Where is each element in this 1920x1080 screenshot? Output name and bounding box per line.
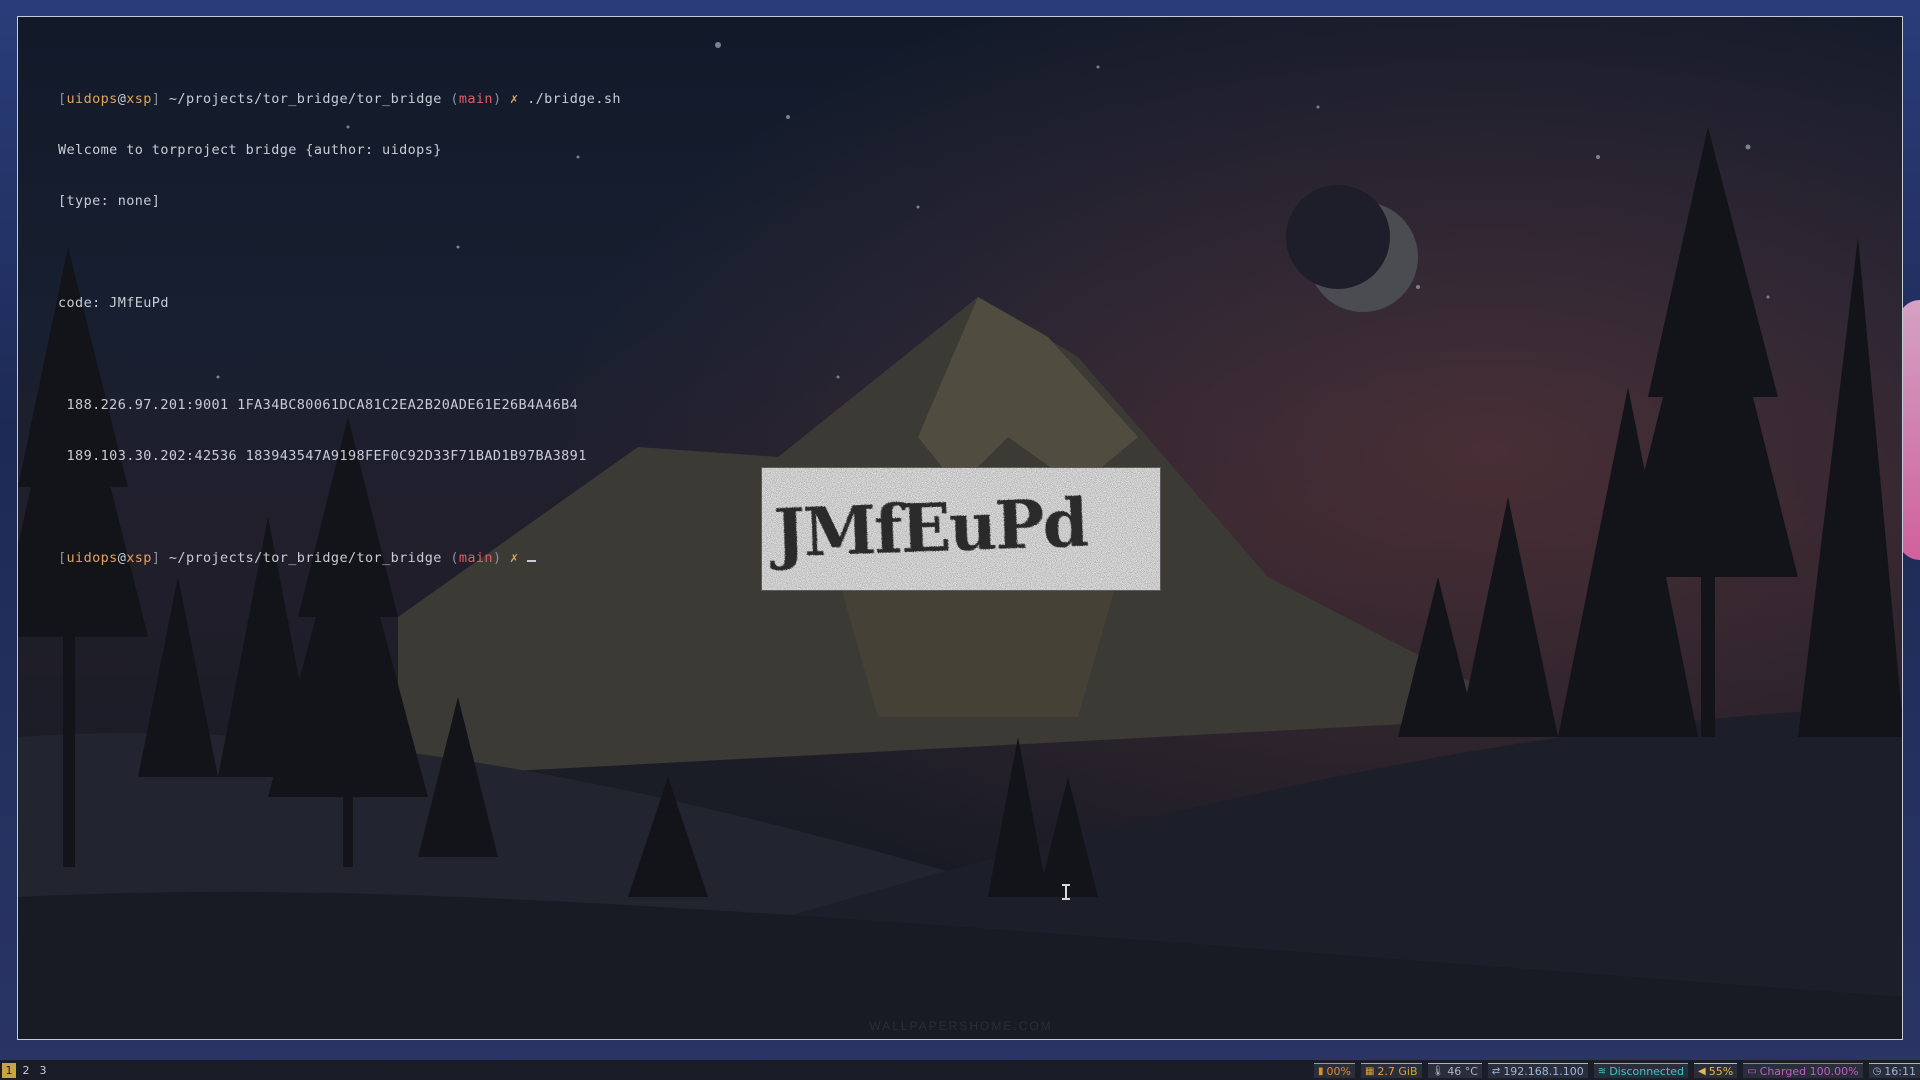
module-label: 46 °C <box>1447 1064 1478 1078</box>
module-label: 55% <box>1708 1064 1734 1078</box>
terminal-output[interactable]: [uidops@xsp] ~/projects/tor_bridge/tor_b… <box>58 57 621 601</box>
battery-icon: ▭ <box>1747 1065 1757 1077</box>
thermometer-module[interactable]: 🌡 46 °C <box>1427 1063 1482 1078</box>
wallpaper-watermark: WALLPAPERSHOME.COM <box>869 1019 1053 1033</box>
terminal-window[interactable]: [uidops@xsp] ~/projects/tor_bridge/tor_b… <box>17 16 1903 1040</box>
wifi-icon: ≋ <box>1597 1065 1607 1077</box>
volume-module[interactable]: ◀ 55% <box>1694 1063 1738 1078</box>
module-label: Charged 100.00% <box>1759 1064 1859 1078</box>
status-bar: 123 ▮ 00% ▦ 2.7 GiB 🌡 46 °C ⇄ 192.168.1.100 ≋ Dis… <box>0 1060 1920 1080</box>
code-line: code: JMfEuPd <box>58 295 169 311</box>
thermometer-icon: 🌡 <box>1431 1065 1445 1077</box>
module-label: 16:11 <box>1884 1064 1916 1078</box>
memory-module[interactable]: ▦ 2.7 GiB <box>1360 1063 1422 1078</box>
captcha-noise: JMfEuPd <box>762 468 1160 590</box>
prompt-line: [uidops@xsp] ~/projects/tor_bridge/tor_b… <box>58 550 621 567</box>
prompt-line: [uidops@xsp] ~/projects/tor_bridge/tor_b… <box>58 91 621 107</box>
module-label: 2.7 GiB <box>1377 1064 1418 1078</box>
wifi-module[interactable]: ≋ Disconnected <box>1593 1063 1689 1078</box>
bridge-line: 189.103.30.202:42536 183943547A9198FEF0C… <box>58 448 587 464</box>
module-label: Disconnected <box>1609 1064 1685 1078</box>
captcha-image: JMfEuPd <box>761 467 1161 591</box>
type-line: [type: none] <box>58 193 161 209</box>
clock-icon: ◷ <box>1872 1065 1882 1077</box>
welcome-line: Welcome to torproject bridge {author: ui… <box>58 142 442 158</box>
memory-icon: ▦ <box>1364 1065 1375 1077</box>
ethernet-icon: ⇄ <box>1491 1065 1501 1077</box>
text-cursor <box>527 560 537 562</box>
battery-module[interactable]: ▭ Charged 100.00% <box>1743 1063 1863 1078</box>
ethernet-module[interactable]: ⇄ 192.168.1.100 <box>1487 1063 1588 1078</box>
workspace-2[interactable]: 2 <box>19 1063 33 1078</box>
volume-icon: ◀ <box>1698 1065 1706 1077</box>
bridge-line: 188.226.97.201:9001 1FA34BC80061DCA81C2E… <box>58 397 579 413</box>
cpu-module[interactable]: ▮ 00% <box>1313 1063 1355 1078</box>
mouse-ibeam-cursor <box>1062 884 1070 900</box>
module-label: 192.168.1.100 <box>1503 1064 1584 1078</box>
workspace-1[interactable]: 1 <box>2 1063 16 1078</box>
captcha-text: JMfEuPd <box>768 484 1089 573</box>
clock-module[interactable]: ◷ 16:11 <box>1868 1063 1920 1078</box>
status-modules: ▮ 00% ▦ 2.7 GiB 🌡 46 °C ⇄ 192.168.1.100 ≋ Disconn… <box>1313 1063 1920 1078</box>
workspace-3[interactable]: 3 <box>36 1063 50 1078</box>
module-label: 00% <box>1326 1064 1351 1078</box>
cpu-icon: ▮ <box>1317 1065 1324 1077</box>
